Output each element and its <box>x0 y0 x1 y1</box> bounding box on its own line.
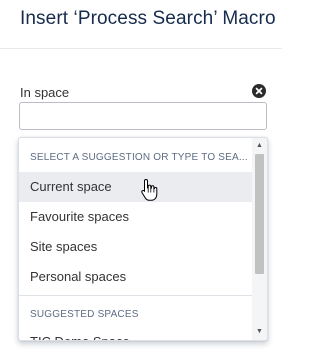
option-current-space[interactable]: Current space <box>19 172 252 202</box>
suggestion-header: SELECT A SUGGESTION OR TYPE TO SEA... <box>30 152 248 163</box>
option-personal-spaces[interactable]: Personal spaces <box>19 262 252 292</box>
suggested-spaces-header: SUGGESTED SPACES <box>30 309 139 320</box>
arrow-up-icon[interactable]: ▲ <box>252 140 267 152</box>
title-divider <box>0 48 282 49</box>
option-suggested-space[interactable]: TIC Demo Space <box>19 327 252 340</box>
scroll-thumb[interactable] <box>255 154 264 274</box>
dropdown-scrollbar[interactable]: ▲ ▼ <box>252 138 267 340</box>
arrow-down-icon[interactable]: ▼ <box>252 326 267 338</box>
space-suggestions-dropdown: SELECT A SUGGESTION OR TYPE TO SEA... Cu… <box>18 137 268 341</box>
in-space-label: In space <box>20 85 70 100</box>
suggestion-list: SELECT A SUGGESTION OR TYPE TO SEA... Cu… <box>19 138 252 340</box>
hand-pointer-icon <box>141 179 158 201</box>
dialog-title: Insert ‘Process Search’ Macro <box>20 8 276 29</box>
group-divider <box>19 295 252 296</box>
space-input[interactable] <box>19 102 267 130</box>
option-favourite-spaces[interactable]: Favourite spaces <box>19 202 252 232</box>
option-site-spaces[interactable]: Site spaces <box>19 232 252 262</box>
close-circle-icon[interactable] <box>252 84 266 98</box>
